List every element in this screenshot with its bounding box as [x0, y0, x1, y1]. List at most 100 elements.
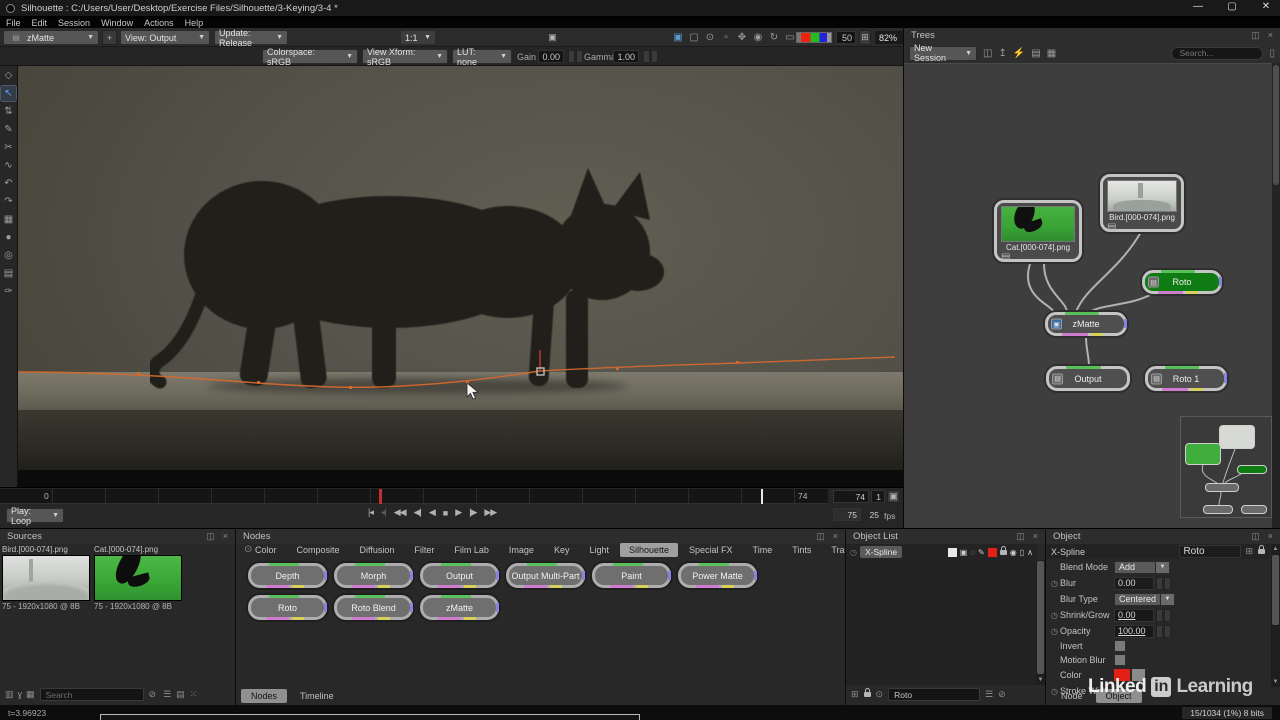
close-panel-icon[interactable]: ×	[1033, 531, 1038, 542]
motion-blur-checkbox[interactable]	[1114, 654, 1126, 666]
fit-view-button[interactable]: ⊞	[859, 30, 871, 45]
gain-stepper[interactable]	[568, 50, 583, 63]
node-category-tab[interactable]: Light	[580, 543, 618, 557]
chevron-down-icon[interactable]: ▼	[1156, 561, 1170, 574]
node-category-tab[interactable]: Time	[744, 543, 782, 557]
timeline-ruler[interactable]: 0 74	[0, 489, 828, 504]
shape-tool-icon[interactable]: ●	[1, 230, 16, 245]
node-category-tab[interactable]: Filter	[405, 543, 443, 557]
snapshot-camera-icon[interactable]: ▣	[545, 30, 560, 45]
layers-tool-icon[interactable]: ▤	[1, 266, 16, 281]
circle-icon[interactable]: ◌	[970, 548, 975, 557]
library-node[interactable]: Depth	[248, 563, 327, 588]
list-view-icon[interactable]: ☰	[163, 689, 171, 700]
session-dropdown[interactable]: New Session▼	[909, 46, 977, 61]
shrink-grow-stepper[interactable]	[1156, 609, 1171, 622]
node-category-tab[interactable]: Image	[500, 543, 543, 557]
step-field[interactable]: 1	[871, 490, 885, 503]
pixel-ratio-dropdown[interactable]: 1:1▼	[400, 30, 436, 45]
channel-display-bar[interactable]	[796, 32, 832, 43]
close-panel-icon[interactable]: ×	[1268, 30, 1273, 41]
clear-search-icon[interactable]: ⊘	[149, 689, 157, 700]
step-back-icon[interactable]: ◀|	[414, 507, 421, 518]
object-name-field[interactable]: Roto	[1179, 545, 1241, 558]
work-range-marker[interactable]	[761, 489, 763, 504]
refresh-icon[interactable]: ↻	[766, 30, 782, 45]
library-node[interactable]: Roto	[248, 595, 327, 620]
add-node-button[interactable]: +	[102, 30, 117, 45]
thumbnail-view-icon[interactable]: ▤	[176, 689, 185, 700]
brush-tool-icon[interactable]: ✑	[1, 284, 16, 299]
graph-node-roto1[interactable]: ▤ Roto 1	[1145, 366, 1227, 391]
draw-icon[interactable]: ✎	[978, 548, 985, 557]
menu-item[interactable]: Edit	[32, 18, 48, 28]
lock-icon[interactable]	[1000, 550, 1007, 555]
float-panel-icon[interactable]: ◫	[1251, 30, 1260, 41]
sources-search-input[interactable]: Search	[40, 688, 144, 701]
undo-shape-tool-icon[interactable]: ↶	[1, 176, 16, 191]
node-category-tab[interactable]: Diffusion	[351, 543, 404, 557]
colorspace-dropdown[interactable]: Colorspace: sRGB▼	[262, 49, 358, 64]
library-node[interactable]: Paint	[592, 563, 671, 588]
node-category-tab[interactable]: Color	[246, 543, 286, 557]
graph-node-bird-clip[interactable]: Bird.[000-074].png ▤	[1100, 174, 1184, 232]
opacity-field[interactable]: 100.00	[1114, 625, 1154, 638]
target-tool-icon[interactable]: ◎	[1, 248, 16, 263]
roto-spline-overlay[interactable]	[18, 66, 903, 487]
update-selector-dropdown[interactable]: Update: Release▼	[214, 30, 288, 45]
shrink-grow-field[interactable]: 0.00	[1114, 609, 1154, 622]
library-node[interactable]: Morph	[334, 563, 413, 588]
go-to-in-icon[interactable]: |◂	[368, 507, 373, 518]
blur-type-select[interactable]: Centered	[1114, 593, 1161, 606]
library-node[interactable]: zMatte	[420, 595, 499, 620]
chevron-down-icon[interactable]: ▼	[1161, 593, 1175, 606]
collapse-icon[interactable]: ∧	[1027, 548, 1033, 557]
object-list-scrollbar[interactable]: ▼	[1036, 560, 1045, 685]
play-icon[interactable]: ▶	[455, 507, 461, 518]
trees-search-input[interactable]: Search...	[1171, 47, 1263, 60]
workspace-tab[interactable]: Timeline	[290, 689, 344, 703]
node-category-tab[interactable]: Key	[545, 543, 579, 557]
magnifier-icon[interactable]: ⊙	[702, 30, 718, 45]
clear-filter-icon[interactable]: ⊘	[998, 689, 1006, 700]
object-list-body[interactable]	[846, 560, 1037, 685]
view-xform-dropdown[interactable]: View Xform: sRGB▼	[362, 49, 448, 64]
import-tree-icon[interactable]: ▤	[1031, 48, 1040, 59]
keyframe-stopwatch-icon[interactable]: ◷	[1051, 611, 1058, 620]
menu-item[interactable]: Session	[58, 18, 90, 28]
blur-field[interactable]: 0.00	[1114, 577, 1154, 590]
grid-view-icon[interactable]: ⁙	[190, 689, 198, 700]
out-frame-field[interactable]: 74	[833, 490, 869, 503]
save-tree-icon[interactable]: ▦	[1047, 48, 1056, 59]
shape-color-swatch[interactable]	[988, 548, 997, 557]
object-search-input[interactable]: Roto	[888, 688, 980, 701]
redo-shape-tool-icon[interactable]: ↷	[1, 194, 16, 209]
menu-item[interactable]: File	[6, 18, 21, 28]
keyframe-stopwatch-icon[interactable]: ◷	[1051, 627, 1058, 636]
workspace-tab[interactable]: Nodes	[241, 689, 287, 703]
fill-white-icon[interactable]	[948, 548, 957, 557]
go-to-out-icon[interactable]: ◂|	[381, 507, 386, 518]
graph-minimap[interactable]	[1180, 416, 1272, 518]
step-forward-icon[interactable]: |▶	[469, 507, 476, 518]
gamma-stepper[interactable]	[643, 50, 658, 63]
source-item[interactable]: Cat.[000-074].png 75 - 1920x1080 @ 8B	[94, 545, 182, 611]
minimize-button[interactable]: —	[1188, 1, 1208, 12]
lut-dropdown[interactable]: LUT: none▼	[452, 49, 512, 64]
maximize-button[interactable]: ▢	[1222, 1, 1242, 12]
merge-source-icon[interactable]: ɣ	[18, 689, 23, 700]
select-tool-icon[interactable]: ↖	[1, 86, 16, 101]
stereo-icon[interactable]: ◉	[750, 30, 766, 45]
close-panel-icon[interactable]: ×	[1268, 531, 1273, 542]
cut-spline-tool-icon[interactable]: ✂	[1, 140, 16, 155]
render-icon[interactable]: ⚡	[1013, 48, 1025, 59]
blur-stepper[interactable]	[1156, 577, 1171, 590]
node-category-tab[interactable]: Tints	[783, 543, 820, 557]
node-graph[interactable]: Cat.[000-074].png ▤ Bird.[000-074].png ▤…	[904, 63, 1272, 528]
menu-item[interactable]: Window	[101, 18, 133, 28]
spline-tool-icon[interactable]: ✎	[1, 122, 16, 137]
fast-forward-icon[interactable]: ▶▶	[484, 507, 496, 518]
transform-tool-icon[interactable]: ◇	[1, 68, 16, 83]
node-category-tab[interactable]: Special FX	[680, 543, 742, 557]
session-window-icon[interactable]: ◫	[983, 48, 992, 59]
